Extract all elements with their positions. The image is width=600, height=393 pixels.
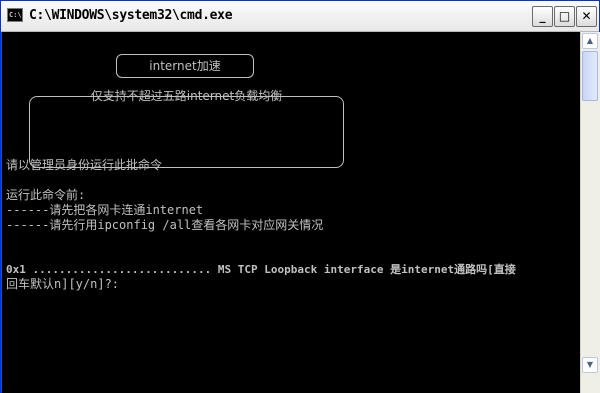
console-prompt-line2: 回车默认n][y/n]?: xyxy=(6,277,120,291)
scroll-up-button[interactable]: ▲ xyxy=(582,33,598,49)
cmd-app-icon[interactable]: C:\ xyxy=(7,8,23,22)
scroll-thumb[interactable] xyxy=(582,51,598,101)
console-output[interactable]: internet加速 仅支持不超过五路internet负载均衡 请以管理员身份运… xyxy=(2,32,580,393)
close-button[interactable]: ✕ xyxy=(576,6,597,27)
vertical-scrollbar[interactable]: ▲ ▼ xyxy=(580,32,600,393)
banner-title: internet加速 xyxy=(116,54,254,78)
cmd-window: C:\ C:\WINDOWS\system32\cmd.exe _ □ ✕ in… xyxy=(0,0,600,393)
banner-body: 仅支持不超过五路internet负载均衡 xyxy=(90,89,283,103)
console-line-ipconfig: ------请先行用ipconfig /all查看各网卡对应网关情况 xyxy=(6,218,324,232)
title-bar[interactable]: C:\ C:\WINDOWS\system32\cmd.exe _ □ ✕ xyxy=(1,1,599,32)
minimize-button[interactable]: _ xyxy=(532,6,553,27)
window-title: C:\WINDOWS\system32\cmd.exe xyxy=(29,8,233,23)
maximize-button[interactable]: □ xyxy=(554,6,575,27)
console-line-admin: 请以管理员身份运行此批命令 xyxy=(6,158,163,172)
scroll-down-button[interactable]: ▼ xyxy=(582,357,598,373)
